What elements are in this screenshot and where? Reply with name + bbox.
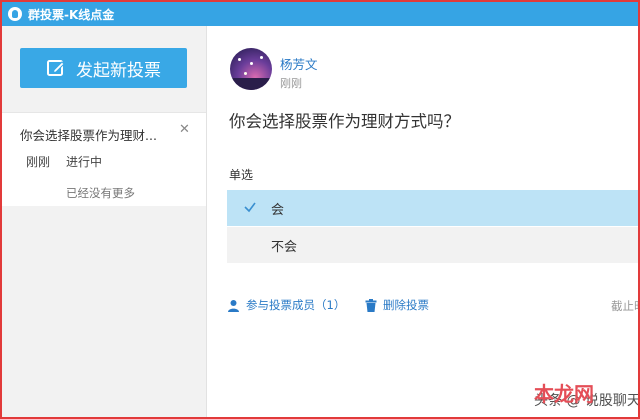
- vote-item-title: 你会选择股票作为理财...: [20, 128, 157, 143]
- option-label: 不会: [271, 239, 298, 255]
- option-label: 会: [271, 202, 285, 218]
- qq-penguin-icon: [8, 7, 22, 21]
- vote-option-no[interactable]: 不会: [227, 227, 638, 263]
- participants-label: 参与投票成员（1）: [246, 298, 346, 312]
- delete-label: 删除投票: [383, 298, 429, 312]
- title-bar: 群投票-K线点金: [2, 2, 638, 26]
- deadline-label: 截止时: [611, 299, 638, 313]
- sidebar: 发起新投票 你会选择股票作为理财... ✕ 刚刚 进行中 已经没有更多: [2, 26, 207, 417]
- app-window: 群投票-K线点金 发起新投票 你会选择股票作为理财... ✕ 刚刚 进行中 已经…: [0, 0, 640, 419]
- post-time: 刚刚: [280, 77, 302, 90]
- vote-item-time: 刚刚: [26, 155, 51, 169]
- new-vote-label: 发起新投票: [76, 60, 161, 81]
- avatar[interactable]: [230, 48, 272, 90]
- no-more-label: 已经没有更多: [66, 186, 135, 200]
- user-icon: [228, 299, 239, 312]
- delete-vote-button[interactable]: 删除投票: [365, 297, 429, 313]
- participants-link[interactable]: 参与投票成员（1）: [227, 297, 345, 313]
- new-vote-button[interactable]: 发起新投票: [20, 48, 187, 88]
- author-name[interactable]: 杨芳文: [280, 54, 318, 73]
- watermark: 本龙网 头条 @ 说股聊天: [534, 380, 638, 410]
- checkmark-icon: [244, 202, 256, 213]
- close-icon[interactable]: ✕: [179, 122, 190, 137]
- vote-option-yes[interactable]: 会: [227, 190, 638, 226]
- vote-detail: 杨芳文 刚刚 你会选择股票作为理财方式吗？ 单选 会 不会 参与投票成员（1）: [207, 26, 638, 417]
- vote-type-label: 单选: [229, 168, 254, 182]
- vote-item-status: 进行中: [66, 155, 103, 169]
- watermark-brand: 本龙网: [534, 382, 594, 406]
- trash-icon: [365, 298, 377, 312]
- edit-icon: [47, 60, 65, 76]
- window-title: 群投票-K线点金: [28, 7, 115, 22]
- vote-question: 你会选择股票作为理财方式吗？: [229, 112, 460, 131]
